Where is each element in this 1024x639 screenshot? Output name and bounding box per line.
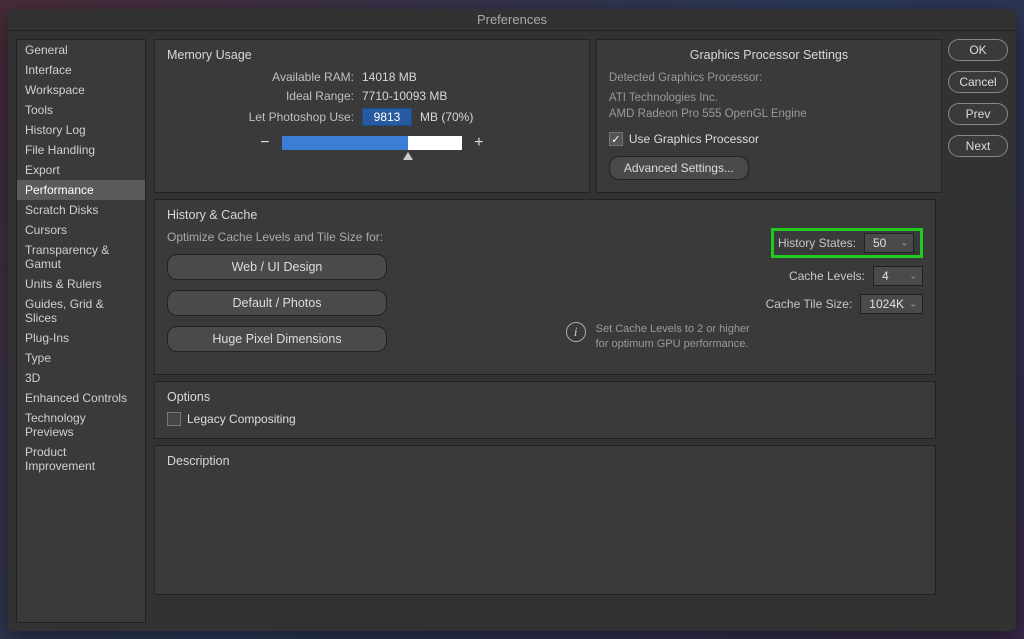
sidebar-item-guides-grid-slices[interactable]: Guides, Grid & Slices (17, 294, 145, 328)
sidebar-item-general[interactable]: General (17, 40, 145, 60)
top-row: Memory Usage Available RAM: 14018 MB Ide… (154, 39, 1008, 193)
prev-button[interactable]: Prev (948, 103, 1008, 125)
checkbox-checked-icon[interactable]: ✓ (609, 132, 623, 146)
options-title: Options (167, 390, 923, 404)
legacy-label: Legacy Compositing (187, 412, 296, 426)
chevron-down-icon: ⌄ (900, 238, 908, 249)
default-photos-button[interactable]: Default / Photos (167, 290, 387, 316)
sidebar: GeneralInterfaceWorkspaceToolsHistory Lo… (16, 39, 146, 623)
main-content: Memory Usage Available RAM: 14018 MB Ide… (154, 39, 1008, 623)
ram-suffix: MB (70%) (420, 110, 473, 124)
plus-icon[interactable]: + (472, 134, 486, 152)
slider-fill (282, 136, 408, 150)
gpu-device: AMD Radeon Pro 555 OpenGL Engine (609, 106, 929, 122)
chevron-down-icon: ⌄ (909, 299, 917, 310)
cache-levels-select[interactable]: 4 ⌄ (873, 266, 923, 286)
use-gpu-label: Use Graphics Processor (629, 132, 759, 146)
cache-tile-value: 1024K (869, 297, 904, 311)
sidebar-item-interface[interactable]: Interface (17, 60, 145, 80)
checkbox-unchecked-icon[interactable] (167, 412, 181, 426)
info-row: i Set Cache Levels to 2 or higher for op… (536, 322, 923, 351)
detected-gpu-label: Detected Graphics Processor: (609, 70, 929, 86)
description-panel: Description (154, 445, 936, 595)
sidebar-item-tools[interactable]: Tools (17, 100, 145, 120)
ok-button[interactable]: OK (948, 39, 1008, 61)
history-states-value: 50 (873, 236, 886, 250)
chevron-down-icon: ⌄ (909, 271, 917, 282)
sidebar-item-transparency-gamut[interactable]: Transparency & Gamut (17, 240, 145, 274)
sidebar-item-plug-ins[interactable]: Plug-Ins (17, 328, 145, 348)
legacy-compositing-checkbox[interactable]: Legacy Compositing (167, 412, 923, 426)
info-text: Set Cache Levels to 2 or higher for opti… (596, 322, 756, 351)
history-states-label: History States: (778, 236, 856, 250)
gpu-title: Graphics Processor Settings (609, 48, 929, 62)
memory-title: Memory Usage (167, 48, 577, 62)
cache-levels-label: Cache Levels: (789, 269, 865, 283)
sidebar-item-enhanced-controls[interactable]: Enhanced Controls (17, 388, 145, 408)
available-ram-value: 14018 MB (362, 70, 417, 84)
slider-track[interactable] (282, 136, 462, 150)
sidebar-item-workspace[interactable]: Workspace (17, 80, 145, 100)
dialog-buttons: OK Cancel Prev Next (948, 39, 1008, 193)
sidebar-item-technology-previews[interactable]: Technology Previews (17, 408, 145, 442)
cache-tile-label: Cache Tile Size: (766, 297, 853, 311)
minus-icon[interactable]: − (258, 134, 272, 152)
ram-slider[interactable]: − + (167, 134, 577, 152)
optimize-caption: Optimize Cache Levels and Tile Size for: (167, 230, 516, 244)
history-title: History & Cache (167, 208, 516, 222)
history-states-highlight: History States: 50 ⌄ (771, 228, 923, 258)
info-icon: i (566, 322, 586, 342)
cancel-button[interactable]: Cancel (948, 71, 1008, 93)
ram-input[interactable] (362, 108, 412, 126)
sidebar-item-file-handling[interactable]: File Handling (17, 140, 145, 160)
history-states-select[interactable]: 50 ⌄ (864, 233, 914, 253)
available-ram-label: Available RAM: (167, 70, 362, 84)
preferences-window: Preferences GeneralInterfaceWorkspaceToo… (8, 9, 1016, 631)
ideal-range-label: Ideal Range: (167, 89, 362, 103)
slider-thumb[interactable] (403, 152, 413, 160)
memory-usage-panel: Memory Usage Available RAM: 14018 MB Ide… (154, 39, 590, 193)
sidebar-item-scratch-disks[interactable]: Scratch Disks (17, 200, 145, 220)
sidebar-item-export[interactable]: Export (17, 160, 145, 180)
sidebar-item-3d[interactable]: 3D (17, 368, 145, 388)
history-cache-panel: History & Cache Optimize Cache Levels an… (154, 199, 936, 375)
advanced-settings-button[interactable]: Advanced Settings... (609, 156, 749, 180)
options-panel: Options Legacy Compositing (154, 381, 936, 439)
cache-tile-select[interactable]: 1024K ⌄ (860, 294, 923, 314)
web-ui-design-button[interactable]: Web / UI Design (167, 254, 387, 280)
window-title: Preferences (8, 9, 1016, 31)
huge-pixel-button[interactable]: Huge Pixel Dimensions (167, 326, 387, 352)
cache-levels-value: 4 (882, 269, 889, 283)
window-body: GeneralInterfaceWorkspaceToolsHistory Lo… (8, 31, 1016, 631)
next-button[interactable]: Next (948, 135, 1008, 157)
gpu-panel: Graphics Processor Settings Detected Gra… (596, 39, 942, 193)
sidebar-item-product-improvement[interactable]: Product Improvement (17, 442, 145, 476)
gpu-vendor: ATI Technologies Inc. (609, 90, 929, 106)
sidebar-item-type[interactable]: Type (17, 348, 145, 368)
sidebar-item-cursors[interactable]: Cursors (17, 220, 145, 240)
sidebar-item-units-rulers[interactable]: Units & Rulers (17, 274, 145, 294)
let-photoshop-use-label: Let Photoshop Use: (167, 110, 362, 124)
sidebar-item-history-log[interactable]: History Log (17, 120, 145, 140)
sidebar-item-performance[interactable]: Performance (17, 180, 145, 200)
ideal-range-value: 7710-10093 MB (362, 89, 447, 103)
use-gpu-checkbox[interactable]: ✓ Use Graphics Processor (609, 132, 929, 146)
description-title: Description (167, 454, 923, 468)
